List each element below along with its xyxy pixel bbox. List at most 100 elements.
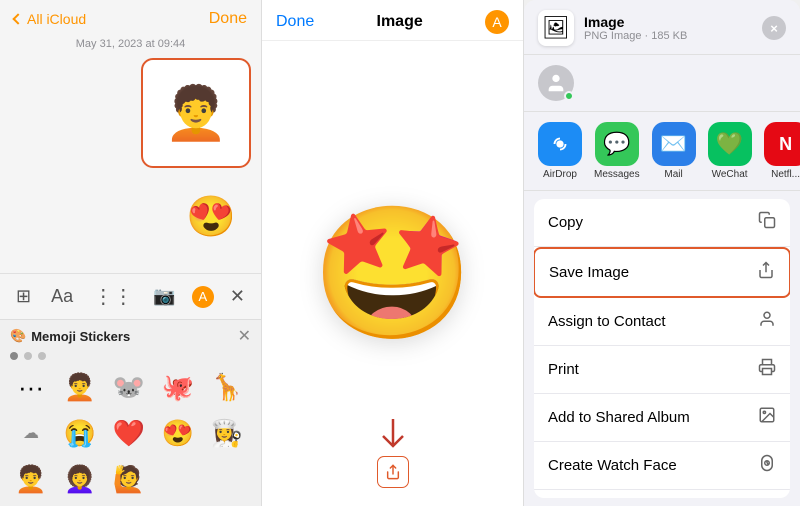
- action-watch-face[interactable]: Create Watch Face: [534, 442, 790, 490]
- share-button-area: [377, 456, 409, 488]
- image-viewer-panel: Done Image A 🤩: [262, 0, 524, 506]
- done-button-left[interactable]: Done: [209, 10, 247, 28]
- share-sheet-header: 🖼 Image PNG Image · 185 KB ×: [524, 0, 800, 55]
- action-print[interactable]: Print: [534, 346, 790, 394]
- action-save-image[interactable]: Save Image: [534, 247, 790, 298]
- header-icon-circle[interactable]: A: [485, 10, 509, 34]
- airdrop-label: AirDrop: [543, 169, 577, 180]
- file-name: Image: [584, 14, 762, 30]
- print-symbol: [758, 358, 776, 376]
- arrow-indicator: [373, 414, 413, 454]
- file-meta: PNG Image · 185 KB: [584, 30, 762, 42]
- wechat-icon: 💚: [708, 122, 752, 166]
- text-icon[interactable]: Aa: [47, 284, 77, 309]
- copy-icon: [758, 211, 776, 234]
- sticker-cell-12[interactable]: 🙋: [108, 458, 150, 500]
- back-button[interactable]: All iCloud: [14, 11, 86, 27]
- messages-header: All iCloud Done: [0, 0, 261, 34]
- message-image-selected[interactable]: 🧑‍🦱: [141, 58, 251, 168]
- sticker-grid: ··· 🧑‍🦱 🐭 🐙 🦒 ☁ 😭 ❤️ 😍 👩‍🍳 🧑‍🦱 👩‍🦱 🙋: [10, 366, 251, 500]
- image-display-area: 🤩: [262, 41, 523, 506]
- sticker-cell-7[interactable]: ❤️: [108, 412, 150, 454]
- contact-avatar: [538, 65, 574, 101]
- sticker-cell-11[interactable]: 👩‍🦱: [59, 458, 101, 500]
- done-button-mid[interactable]: Done: [276, 13, 314, 31]
- share-icon: [385, 464, 401, 480]
- dot-2: [24, 352, 32, 360]
- sticker-cell-4[interactable]: 🦒: [206, 366, 248, 408]
- wechat-label: WeChat: [712, 169, 748, 180]
- sticker-cell-1[interactable]: 🧑‍🦱: [59, 366, 101, 408]
- close-toolbar-icon[interactable]: ✕: [226, 284, 249, 309]
- share-close-button[interactable]: ×: [762, 16, 786, 40]
- app-netflix[interactable]: N Netfl...: [764, 122, 800, 180]
- album-symbol: [758, 406, 776, 424]
- action-watch-label: Create Watch Face: [548, 457, 677, 474]
- contact-icon: [758, 310, 776, 333]
- save-icon: [757, 261, 775, 284]
- sticker-cell-9[interactable]: 👩‍🍳: [206, 412, 248, 454]
- messages-icon: 💬: [595, 122, 639, 166]
- mail-label: Mail: [664, 169, 682, 180]
- app-messages[interactable]: 💬 Messages: [594, 122, 640, 180]
- action-shared-album-label: Add to Shared Album: [548, 409, 690, 426]
- sticker-panel-header: 🎨 Memoji Stickers ✕: [10, 326, 251, 346]
- sticker-dots: [10, 352, 251, 360]
- sticker-title: 🎨 Memoji Stickers: [10, 328, 130, 344]
- grid-icon[interactable]: ⊞: [12, 284, 35, 309]
- app-mail[interactable]: ✉️ Mail: [652, 122, 696, 180]
- album-icon: [758, 406, 776, 429]
- dot-3: [38, 352, 46, 360]
- online-indicator: [564, 91, 574, 101]
- message-image-2[interactable]: 😍: [171, 176, 251, 256]
- person-icon: [545, 72, 567, 94]
- chevron-left-icon: [12, 13, 23, 24]
- memoji-toolbar-icon[interactable]: A: [192, 286, 214, 308]
- sticker-cell-6[interactable]: 😭: [59, 412, 101, 454]
- sticker-title-emoji: 🎨: [10, 328, 26, 344]
- sticker-dots-item[interactable]: ···: [10, 366, 52, 408]
- sticker-title-text: Memoji Stickers: [31, 329, 130, 344]
- sticker-cell-2[interactable]: 🐭: [108, 366, 150, 408]
- messages-area: 🧑‍🦱 😍: [0, 58, 261, 273]
- timestamp: May 31, 2023 at 09:44: [0, 34, 261, 58]
- sticker-panel: 🎨 Memoji Stickers ✕ ··· 🧑‍🦱 🐭 🐙 🦒 ☁ 😭 ❤️…: [0, 319, 261, 506]
- app-wechat[interactable]: 💚 WeChat: [708, 122, 752, 180]
- share-sheet-panel: 🖼 Image PNG Image · 185 KB × AirDr: [524, 0, 800, 506]
- contact-symbol: [758, 310, 776, 328]
- action-copy[interactable]: Copy: [534, 199, 790, 247]
- netflix-label: Netfl...: [771, 169, 800, 180]
- airdrop-icon: [538, 122, 582, 166]
- share-button[interactable]: [377, 456, 409, 488]
- watch-icon: [758, 454, 776, 477]
- image-viewer-header: Done Image A: [262, 0, 523, 41]
- sticker-cell-8[interactable]: 😍: [157, 412, 199, 454]
- camera-icon[interactable]: 📷: [149, 284, 179, 309]
- contact-row: [524, 55, 800, 112]
- sticker-cell-3[interactable]: 🐙: [157, 366, 199, 408]
- action-list: Copy Save Image Assign to Contact: [534, 199, 790, 498]
- image-title: Image: [377, 13, 423, 31]
- file-info: Image PNG Image · 185 KB: [584, 14, 762, 42]
- action-print-label: Print: [548, 361, 579, 378]
- messages-panel: All iCloud Done May 31, 2023 at 09:44 🧑‍…: [0, 0, 262, 506]
- action-assign-contact[interactable]: Assign to Contact: [534, 298, 790, 346]
- memoji-image: 🤩: [312, 197, 474, 350]
- dot-1: [10, 352, 18, 360]
- back-label: All iCloud: [27, 11, 86, 27]
- airdrop-symbol: [549, 133, 571, 155]
- apps-row: AirDrop 💬 Messages ✉️ Mail 💚 WeChat N Ne…: [524, 112, 800, 191]
- sticker-close-button[interactable]: ✕: [238, 326, 251, 346]
- action-save-label: Save Image: [549, 264, 629, 281]
- watch-symbol: [758, 454, 776, 472]
- action-shared-album[interactable]: Add to Shared Album: [534, 394, 790, 442]
- action-save-files[interactable]: Save to Files: [534, 490, 790, 498]
- sticker-cell-5[interactable]: ☁: [10, 412, 52, 454]
- netflix-icon: N: [764, 122, 800, 166]
- action-copy-label: Copy: [548, 214, 583, 231]
- action-assign-label: Assign to Contact: [548, 313, 666, 330]
- app-airdrop[interactable]: AirDrop: [538, 122, 582, 180]
- sticker-cell-10[interactable]: 🧑‍🦱: [10, 458, 52, 500]
- copy-symbol: [758, 211, 776, 229]
- list-icon[interactable]: ⋮⋮: [89, 282, 137, 311]
